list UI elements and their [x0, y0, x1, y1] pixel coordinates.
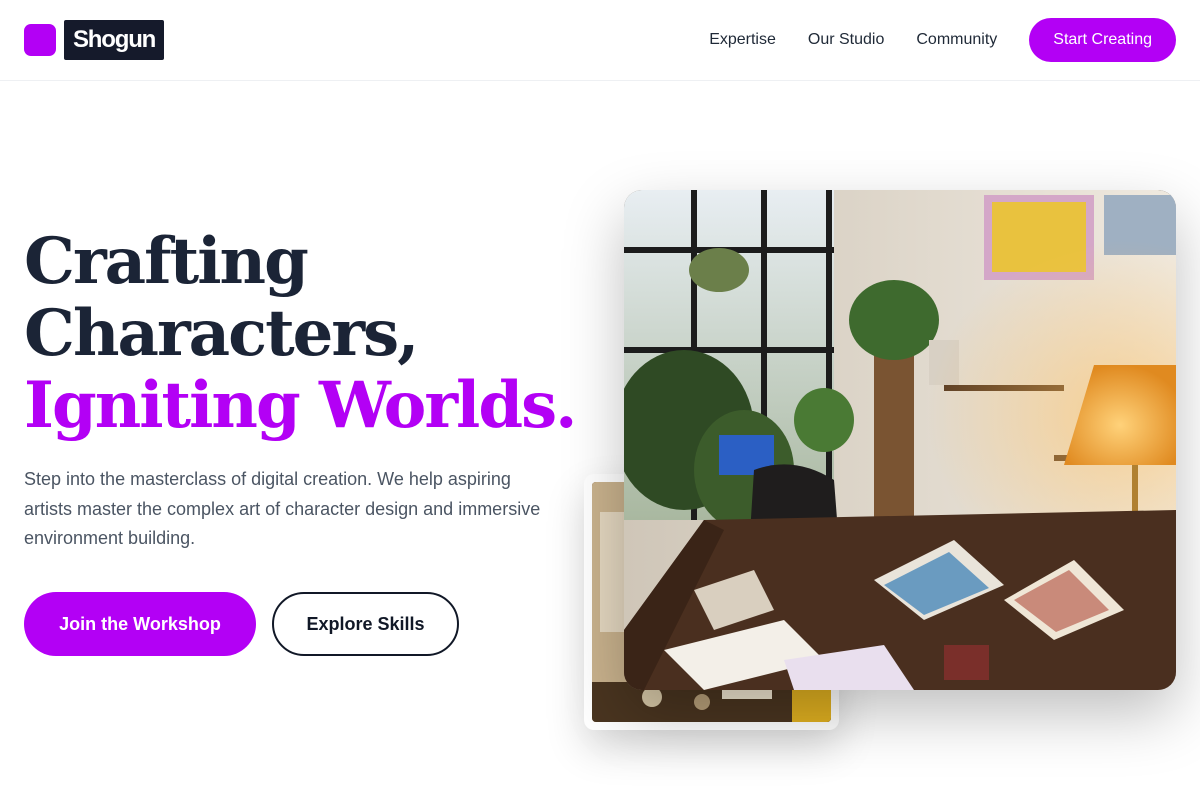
- hero-title-line-3: Igniting Worlds.: [24, 368, 577, 443]
- hero-title: Crafting Characters, Igniting Worlds.: [24, 226, 584, 442]
- site-header: Shogun Expertise Our Studio Community St…: [0, 0, 1200, 81]
- main-nav: Expertise Our Studio Community Start Cre…: [709, 18, 1176, 62]
- nav-item-community[interactable]: Community: [916, 31, 997, 49]
- hero-description: Step into the masterclass of digital cre…: [24, 469, 541, 548]
- artist-studio-photo: [624, 190, 1176, 690]
- hero-title-line-1: Crafting: [24, 224, 309, 299]
- nav-item-expertise[interactable]: Expertise: [709, 31, 776, 49]
- brand-name: Shogun: [64, 20, 165, 60]
- brand-logo[interactable]: Shogun: [24, 20, 165, 60]
- hero-title-line-2: Characters,: [24, 296, 419, 371]
- artist-studio-illustration: [624, 190, 1176, 690]
- join-workshop-button[interactable]: Join the Workshop: [24, 592, 256, 656]
- explore-skills-button[interactable]: Explore Skills: [272, 592, 459, 656]
- start-creating-button[interactable]: Start Creating: [1029, 18, 1176, 62]
- brand-mark-icon: [24, 24, 56, 56]
- nav-item-our-studio[interactable]: Our Studio: [808, 31, 884, 49]
